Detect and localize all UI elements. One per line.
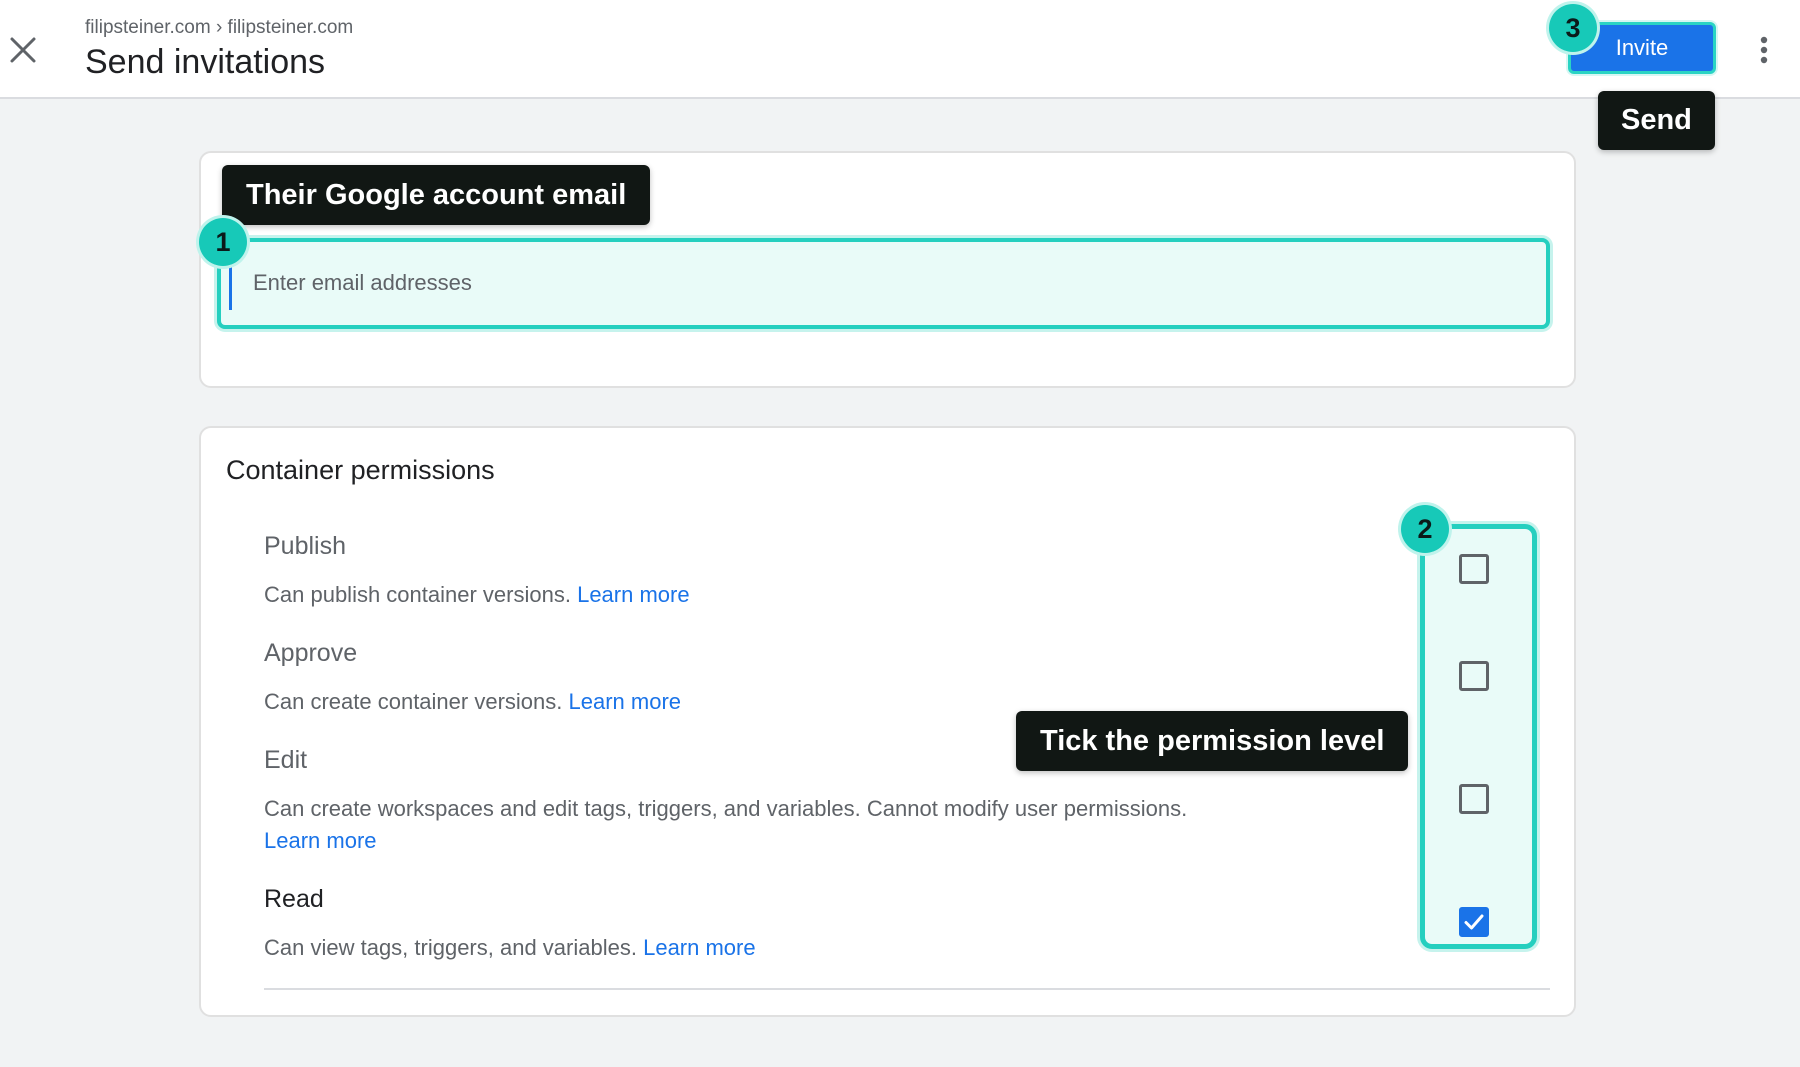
learn-more-link[interactable]: Learn more — [577, 582, 690, 607]
permission-tooltip: Tick the permission level — [1016, 711, 1409, 771]
permission-desc-text: Can create container versions. — [264, 689, 563, 714]
permission-desc-text: Can view tags, triggers, and variables. — [264, 935, 637, 960]
permission-desc-read: Can view tags, triggers, and variables. … — [264, 935, 756, 961]
checkbox-approve[interactable] — [1459, 661, 1489, 691]
send-tooltip: Send — [1598, 91, 1715, 150]
text-caret — [229, 260, 232, 310]
permission-name-publish: Publish — [264, 532, 346, 560]
learn-more-link[interactable]: Learn more — [264, 828, 377, 854]
permission-desc-approve: Can create container versions. Learn mor… — [264, 689, 681, 715]
more-vert-icon[interactable] — [1752, 30, 1776, 70]
checkbox-highlight — [1420, 524, 1537, 949]
permission-desc-edit: Can create workspaces and edit tags, tri… — [264, 796, 1187, 822]
breadcrumb: filipsteiner.com › filipsteiner.com — [85, 17, 354, 38]
permission-desc-text: Can create workspaces and edit tags, tri… — [264, 796, 1188, 821]
checkbox-read[interactable] — [1459, 907, 1489, 937]
learn-more-link[interactable]: Learn more — [569, 689, 682, 714]
top-bar: filipsteiner.com › filipsteiner.com Send… — [0, 0, 1800, 99]
step-badge-2: 2 — [1401, 505, 1449, 553]
permission-name-edit: Edit — [264, 746, 308, 774]
page-title: Send invitations — [85, 43, 326, 81]
permission-desc-text: Can publish container versions. — [264, 582, 571, 607]
check-icon — [1464, 914, 1484, 930]
step-badge-1: 1 — [199, 218, 247, 266]
step-badge-3: 3 — [1549, 4, 1597, 52]
email-placeholder: Enter email addresses — [253, 270, 472, 295]
learn-more-link[interactable]: Learn more — [643, 935, 756, 960]
permission-name-approve: Approve — [264, 639, 358, 667]
permission-desc-publish: Can publish container versions. Learn mo… — [264, 582, 690, 608]
checkbox-publish[interactable] — [1459, 554, 1489, 584]
email-tooltip: Their Google account email — [222, 165, 651, 225]
section-title: Container permissions — [226, 455, 495, 485]
checkbox-edit[interactable] — [1459, 784, 1489, 814]
permission-name-read: Read — [264, 885, 324, 913]
close-icon[interactable] — [6, 28, 38, 70]
divider — [264, 988, 1550, 990]
email-field[interactable]: Enter email addresses — [217, 238, 1550, 329]
